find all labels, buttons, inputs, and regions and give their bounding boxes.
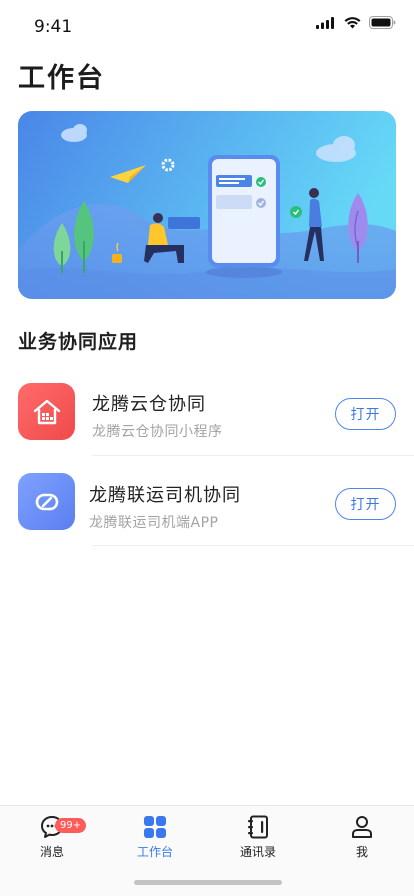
status-icons [316,16,396,29]
tab-contacts[interactable]: 通讯录 [223,814,293,860]
tab-messages[interactable]: 消息 99+ [17,814,87,860]
person-icon [352,816,372,838]
status-bar: 9:41 [0,0,414,48]
warehouse-house-icon [18,383,75,440]
app-list: 龙腾云仓协同 龙腾云仓协同小程序 打开 龙腾联运司机协同 龙腾联运司机端APP … [0,366,414,546]
list-item[interactable]: 龙腾联运司机协同 龙腾联运司机端APP 打开 [0,456,414,546]
list-item[interactable]: 龙腾云仓协同 龙腾云仓协同小程序 打开 [0,366,414,456]
status-time: 9:41 [34,17,73,37]
link-chain-icon [18,473,75,530]
tab-workbench[interactable]: 工作台 [120,814,190,860]
contact-book-icon [248,815,268,839]
app-name: 龙腾联运司机协同 [89,485,241,506]
battery-icon [369,16,396,29]
page-title: 工作台 [18,63,105,94]
app-name: 龙腾云仓协同 [92,394,206,415]
home-indicator[interactable] [134,880,282,885]
open-button[interactable]: 打开 [335,488,396,520]
workbench-banner[interactable] [18,111,396,299]
tab-me[interactable]: 我 [327,814,397,860]
grid-apps-icon [144,816,166,838]
app-description: 龙腾云仓协同小程序 [92,424,223,440]
signal-icon [316,16,334,29]
app-description: 龙腾联运司机端APP [89,515,219,531]
tab-label: 我 [355,845,368,859]
divider [92,545,414,546]
unread-badge: 99+ [55,818,87,833]
banner-illustration [18,111,396,299]
tab-label: 通讯录 [239,845,276,859]
open-button[interactable]: 打开 [335,398,396,430]
section-title: 业务协同应用 [18,331,139,353]
tab-label: 工作台 [136,845,173,859]
tab-label: 消息 [39,845,64,859]
wifi-icon [344,16,361,28]
